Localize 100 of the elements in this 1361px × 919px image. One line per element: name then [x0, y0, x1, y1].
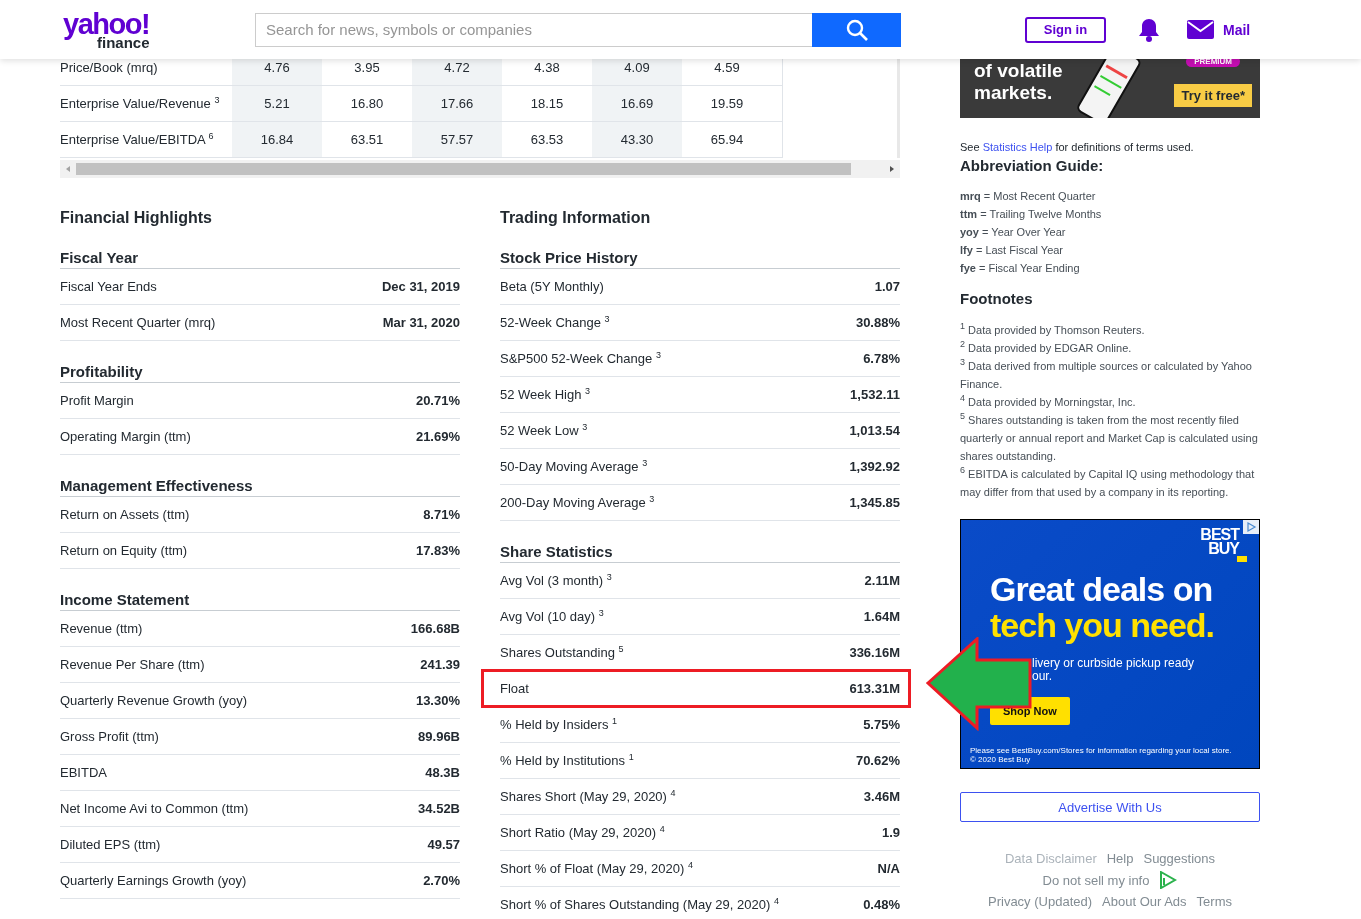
row-value: 48.3B — [425, 765, 460, 780]
ad-headline-accent: tech you need. — [990, 607, 1216, 643]
row-value: Dec 31, 2019 — [381, 279, 460, 294]
row-value: 1,392.92 — [849, 459, 900, 474]
ad-headline: Great deals on — [990, 571, 1214, 607]
row-value: 13.30% — [415, 693, 460, 708]
footnotes-title: Footnotes — [960, 289, 1034, 309]
footer-link[interactable]: Privacy (Updated) — [988, 894, 1093, 909]
row-label: Diluted EPS (ttm) — [60, 837, 161, 852]
promo-banner[interactable]: of volatile markets. PREMIUM Try it free* — [960, 59, 1260, 118]
search-button[interactable] — [812, 12, 901, 47]
footnote: $^{1}$ Data provided by Thomson Reuters. — [960, 321, 1146, 338]
row-value: 166.68B — [410, 621, 460, 636]
row-label: Operating Margin (ttm) — [60, 429, 191, 444]
row-label: Profit Margin — [60, 393, 134, 408]
row-label: Fiscal Year Ends — [60, 279, 157, 294]
row-label: % Held by Institutions $^{1}$ — [500, 753, 634, 768]
table-cell: 43.30 — [592, 122, 682, 157]
row-label: Short % of Float (May 29, 2020) $^{4}$ — [500, 861, 693, 876]
row-value: N/A — [877, 861, 900, 876]
row-label: Beta (5Y Monthly) — [500, 279, 604, 294]
section-heading: Fiscal Year — [60, 248, 460, 269]
abbreviation-item: lfy = Last Fiscal Year — [960, 243, 1065, 258]
section-heading: Stock Price History — [500, 248, 900, 269]
row-label: Avg Vol (10 day) $^{3}$ — [500, 609, 604, 624]
row-value: 20.71% — [415, 393, 460, 408]
row-label: Short % of Shares Outstanding (May 29, 2020) $^{4}$ — [500, 897, 779, 912]
row-label: Float — [500, 681, 529, 696]
footnote: $^{2}$ Data provided by EDGAR Online. — [960, 339, 1133, 356]
row-value: 1.9 — [881, 825, 900, 840]
row-label: 50-Day Moving Average $^{3}$ — [500, 459, 648, 474]
row-label: Return on Equity (ttm) — [60, 543, 188, 558]
table-cell: 16.69 — [592, 86, 682, 121]
row-value: 1,345.85 — [849, 495, 900, 510]
row-label: Shares Short (May 29, 2020) $^{4}$ — [500, 789, 676, 804]
footer-link[interactable]: Do not sell my info — [1042, 872, 1150, 888]
try-free-button[interactable]: Try it free* — [1174, 84, 1252, 107]
adchoices-icon[interactable] — [1243, 520, 1259, 534]
row-value: 336.16M — [849, 645, 900, 660]
section-title: Trading Information — [500, 208, 652, 228]
sign-in-button[interactable]: Sign in — [1025, 16, 1106, 43]
help-note: See Statistics Help for definitions of terms used. — [960, 140, 1195, 154]
table-cell: 17.66 — [412, 86, 502, 121]
tag-icon — [1237, 556, 1247, 562]
row-value: 0.48% — [863, 897, 900, 912]
ad-logo: BEST BUY — [1200, 528, 1239, 556]
abbreviation-item: mrq = Most Recent Quarter — [960, 189, 1097, 204]
footer-link[interactable]: Suggestions — [1143, 851, 1216, 866]
row-label: Shares Outstanding $^{5}$ — [500, 645, 624, 660]
row-value: 1.07 — [874, 279, 900, 294]
premium-badge: PREMIUM — [1186, 59, 1240, 67]
row-label: 52-Week Change $^{3}$ — [500, 315, 610, 330]
row-label: Short Ratio (May 29, 2020) $^{4}$ — [500, 825, 665, 840]
row-value: 1,532.11 — [850, 387, 900, 402]
statistics-help-link[interactable]: Statistics Help — [982, 141, 1053, 153]
mail-link[interactable]: Mail — [1187, 20, 1251, 39]
arrow-icon — [926, 637, 1032, 731]
section-title: Financial Highlights — [60, 208, 213, 228]
row-value: 1,013.54 — [849, 423, 900, 438]
advertise-button[interactable]: Advertise With Us — [960, 792, 1260, 822]
yahoo-finance-logo[interactable]: yahoo! finance — [63, 9, 255, 50]
section-heading: Management Effectiveness — [60, 476, 460, 497]
row-value: 3.46M — [863, 789, 900, 804]
row-label: 52 Week High $^{3}$ — [500, 387, 591, 402]
mail-icon — [1187, 20, 1214, 39]
row-value: 6.78% — [863, 351, 900, 366]
row-value: 30.88% — [855, 315, 900, 330]
footer-link[interactable]: About Our Ads — [1102, 894, 1187, 909]
section-heading: Share Statistics — [500, 542, 900, 563]
row-value: 613.31M — [849, 681, 900, 696]
privacy-options-icon[interactable] — [1159, 871, 1178, 889]
section-heading: Income Statement — [60, 590, 460, 611]
row-value: 8.71% — [423, 507, 460, 522]
table-row-label: Enterprise Value/Revenue $^{3}$ — [60, 93, 221, 113]
table-row-label: Enterprise Value/EBITDA $^{6}$ — [60, 129, 215, 149]
search-icon — [844, 17, 869, 42]
row-value: 5.75% — [863, 717, 900, 732]
row-label: S&P500 52-Week Change $^{3}$ — [500, 351, 661, 366]
abbreviation-title: Abbreviation Guide: — [960, 156, 1105, 176]
bell-icon[interactable] — [1137, 16, 1161, 43]
row-label: EBITDA — [60, 765, 107, 780]
footnote: $^{6}$ EBITDA is calculated by Capital IQ using methodology that may differ from that used by a company in its reporting. — [960, 465, 1256, 500]
row-label: % Held by Insiders $^{1}$ — [500, 717, 617, 732]
row-value: 2.70% — [423, 873, 460, 888]
search-field[interactable]: Search for news, symbols or companies — [255, 12, 812, 47]
row-value: 70.62% — [855, 753, 900, 768]
abbreviation-item: yoy = Year Over Year — [960, 225, 1067, 240]
footnote: $^{4}$ Data provided by Morningstar, Inc. — [960, 393, 1137, 410]
row-value: 17.83% — [415, 543, 460, 558]
ad-fine-print: Please see BestBuy.com/Stores for information regarding your local store. © 2020 Best Buy — [970, 746, 1232, 764]
footer-link[interactable]: Help — [1106, 851, 1134, 866]
row-label: Avg Vol (3 month) $^{3}$ — [500, 573, 612, 588]
footnote: $^{3}$ Data derived from multiple sources or calculated by Yahoo Finance. — [960, 357, 1253, 392]
footer-link[interactable]: Terms — [1196, 894, 1232, 909]
abbreviation-item: fye = Fiscal Year Ending — [960, 261, 1081, 276]
row-value: 21.69% — [415, 429, 460, 444]
table-row-label: Price/Book (mrq) — [60, 59, 159, 77]
row-label: Net Income Avi to Common (ttm) — [60, 801, 249, 816]
row-value: 2.11M — [864, 573, 900, 588]
horizontal-scrollbar[interactable] — [60, 160, 900, 178]
